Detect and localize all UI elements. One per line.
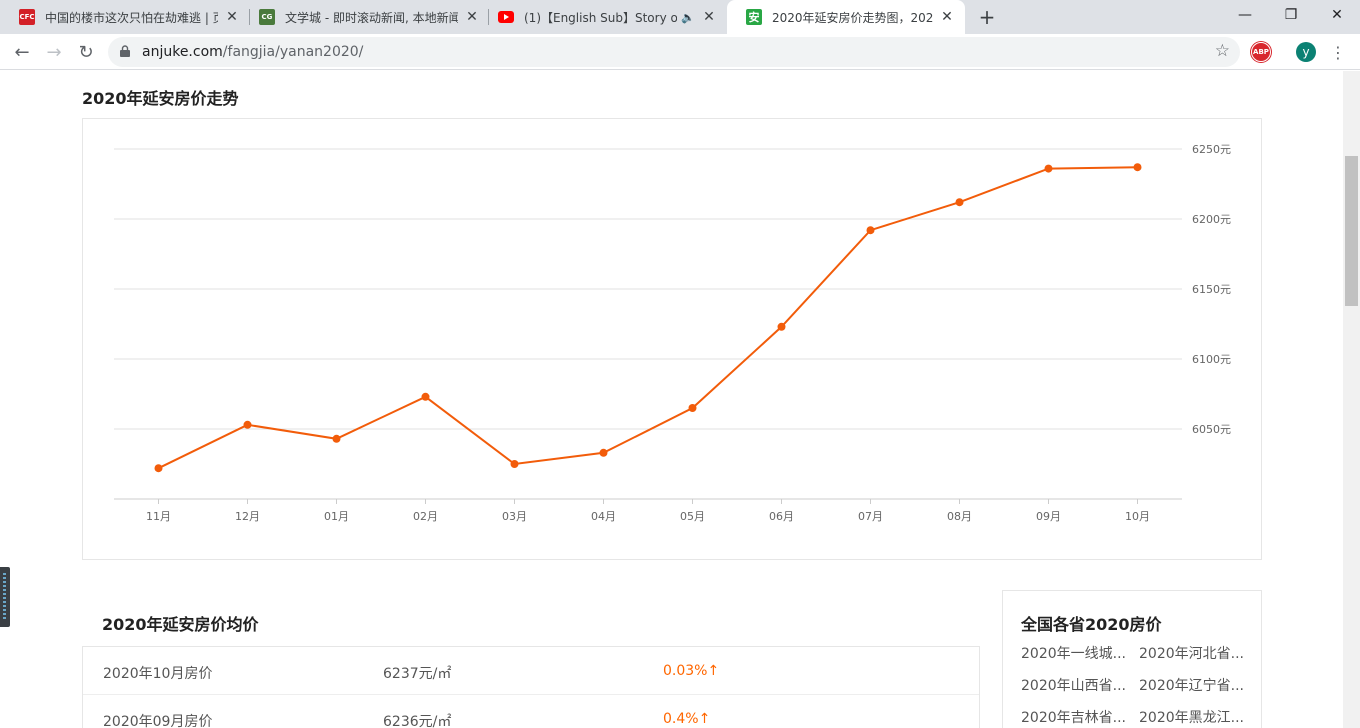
tab-title: (1)【English Sub】Story of Yan — [524, 10, 678, 25]
browser-toolbar: ← → ↻ anjuke.com/fangjia/yanan2020/ ☆ — [0, 34, 1360, 70]
window-close-icon[interactable]: ✕ — [1314, 0, 1360, 30]
x-tick-label: 08月 — [947, 510, 972, 523]
restore-icon[interactable]: ❐ — [1268, 0, 1314, 30]
row-price: 6236元/㎡ — [383, 714, 452, 728]
lock-icon — [120, 45, 130, 57]
price-trend-chart: 6050元 6100元 6150元 6200元 6250元 11月 12月 01月 02月 03月… — [82, 118, 1262, 560]
close-icon[interactable]: ✕ — [701, 9, 717, 25]
data-point — [154, 464, 163, 473]
x-tick-label: 07月 — [858, 510, 883, 523]
adblock-plus-icon[interactable]: ABP — [1251, 42, 1271, 62]
y-tick-label: 6050元 — [1192, 423, 1231, 436]
table-row: 2020年10月房价 6237元/㎡ 0.03%↑ — [83, 647, 979, 695]
y-tick-label: 6150元 — [1192, 283, 1231, 296]
row-month: 2020年10月房价 — [103, 666, 213, 682]
table-row: 2020年09月房价 6236元/㎡ 0.4%↑ — [83, 695, 979, 728]
x-tick-label: 11月 — [146, 510, 171, 523]
data-point — [421, 392, 430, 401]
data-point — [332, 434, 341, 443]
x-tick-label: 12月 — [235, 510, 260, 523]
forward-arrow-icon[interactable]: → — [40, 38, 68, 66]
series-line — [158, 166, 1138, 470]
data-point — [866, 226, 875, 235]
data-point — [599, 448, 608, 457]
data-point — [1133, 163, 1142, 172]
province-link[interactable]: 2020年黑龙江... — [1139, 707, 1244, 727]
y-tick-label: 6100元 — [1192, 353, 1231, 366]
tab-anjuke[interactable]: 安 2020年延安房价走势图，2020延 ✕ — [727, 0, 965, 34]
province-link[interactable]: 2020年吉林省... — [1021, 707, 1126, 727]
tab-strip: CFC 中国的楼市这次只怕在劫难逃 | 页 ✕ CG 文学城 - 即时滚动新闻,… — [0, 0, 1360, 34]
row-price: 6237元/㎡ — [383, 666, 452, 682]
youtube-icon — [498, 9, 514, 25]
row-change: 0.03%↑ — [663, 663, 720, 679]
url-text: anjuke.com/fangjia/yanan2020/ — [142, 44, 363, 60]
close-icon[interactable]: ✕ — [224, 9, 240, 25]
bookmark-star-icon[interactable]: ☆ — [1215, 41, 1230, 61]
tab-youtube[interactable]: (1)【English Sub】Story of Yan 🔈 ✕ — [479, 0, 727, 34]
y-tick-label: 6200元 — [1192, 213, 1231, 226]
x-tick-label: 02月 — [413, 510, 438, 523]
data-point — [1044, 164, 1053, 173]
x-tick-label: 04月 — [591, 510, 616, 523]
row-month: 2020年09月房价 — [103, 714, 213, 728]
x-tick-label: 05月 — [680, 510, 705, 523]
close-icon[interactable]: ✕ — [464, 9, 480, 25]
side-float-widget[interactable] — [0, 567, 10, 627]
data-point — [955, 198, 964, 207]
x-tick-label: 09月 — [1036, 510, 1061, 523]
province-link[interactable]: 2020年山西省... — [1021, 675, 1126, 695]
chart-svg: 6050元 6100元 6150元 6200元 6250元 11月 12月 01月 02月 03月… — [114, 143, 1231, 523]
tab-title: 中国的楼市这次只怕在劫难逃 | 页 — [45, 10, 218, 25]
province-prices-panel: 全国各省2020房价 2020年一线城... 2020年河北省... 2020年… — [1002, 590, 1262, 728]
row-change: 0.4%↑ — [663, 711, 711, 727]
profile-avatar[interactable]: y — [1296, 42, 1316, 62]
province-link[interactable]: 2020年河北省... — [1139, 643, 1244, 663]
avg-price-table: 2020年10月房价 6237元/㎡ 0.03%↑ 2020年09月房价 623… — [82, 646, 980, 728]
data-point — [510, 460, 519, 468]
province-link[interactable]: 2020年辽宁省... — [1139, 675, 1244, 695]
scrollbar-thumb[interactable] — [1345, 156, 1358, 306]
x-tick-label: 01月 — [324, 510, 349, 523]
data-point — [777, 322, 786, 331]
minimize-icon[interactable]: — — [1222, 0, 1268, 30]
tab-title: 文学城 - 即时滚动新闻, 本地新闻 — [285, 10, 458, 25]
url-host: anjuke.com — [142, 44, 223, 60]
cfc-favicon-icon: CFC — [19, 9, 35, 25]
address-bar[interactable]: anjuke.com/fangjia/yanan2020/ ☆ — [108, 37, 1240, 67]
tab-cfc[interactable]: CFC 中国的楼市这次只怕在劫难逃 | 页 ✕ — [0, 0, 250, 34]
reload-icon[interactable]: ↻ — [72, 38, 100, 66]
close-icon[interactable]: ✕ — [939, 9, 955, 25]
tab-title: 2020年延安房价走势图，2020延 — [772, 10, 933, 25]
tab-wenxuecity[interactable]: CG 文学城 - 即时滚动新闻, 本地新闻 ✕ — [240, 0, 490, 34]
wenxuecity-favicon-icon: CG — [259, 9, 275, 25]
trend-heading: 2020年延安房价走势 — [82, 89, 239, 108]
province-panel-title: 全国各省2020房价 — [1021, 615, 1162, 634]
data-point — [243, 420, 252, 429]
data-point — [688, 404, 697, 412]
anjuke-favicon-icon: 安 — [746, 9, 762, 25]
y-tick-label: 6250元 — [1192, 143, 1231, 156]
x-tick-label: 10月 — [1125, 510, 1150, 523]
menu-kebab-icon[interactable]: ⋮ — [1330, 40, 1346, 64]
province-link[interactable]: 2020年一线城... — [1021, 643, 1126, 663]
new-tab-plus-icon[interactable]: + — [976, 5, 998, 29]
audio-playing-icon[interactable]: 🔈 — [681, 11, 695, 24]
back-arrow-icon[interactable]: ← — [8, 38, 36, 66]
x-tick-label: 06月 — [769, 510, 794, 523]
avg-price-heading: 2020年延安房价均价 — [102, 615, 259, 634]
page-content: 2020年延安房价走势 6050元 6100元 6150元 6200元 6250元 11月… — [0, 71, 1343, 728]
url-path: /fangjia/yanan2020/ — [222, 44, 364, 60]
x-tick-label: 03月 — [502, 510, 527, 523]
